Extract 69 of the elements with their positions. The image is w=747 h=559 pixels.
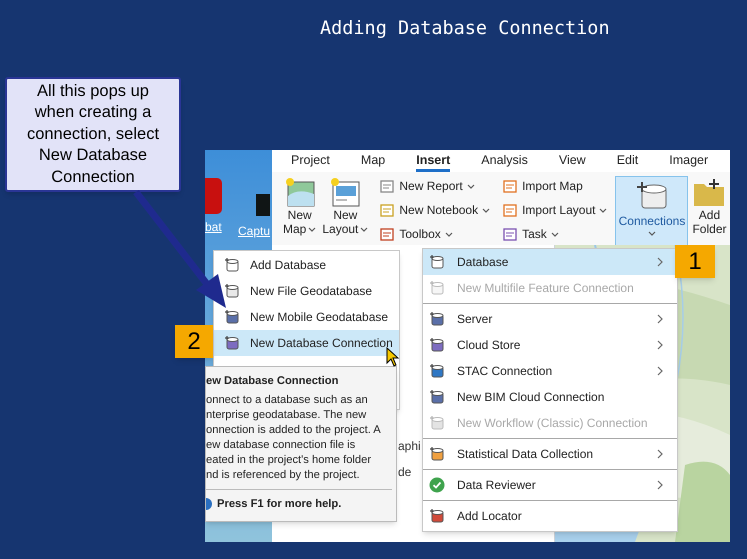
database-icon: [224, 257, 240, 273]
ribbon-tab[interactable]: Edit: [616, 152, 638, 172]
layout-icon: [329, 176, 362, 208]
new-layout-button[interactable]: New Layout: [321, 176, 370, 236]
help-text: Press F1 for more help.: [217, 497, 342, 512]
chevron-right-icon: [657, 257, 663, 267]
tooltip-title: ew Database Connection: [206, 374, 340, 389]
caret-icon: [444, 232, 453, 236]
menu-item[interactable]: Database: [423, 249, 677, 275]
caret-icon: [648, 231, 656, 236]
folder-icon: [692, 176, 726, 208]
caret-icon: [360, 226, 368, 232]
ribbon-button[interactable]: Task: [500, 224, 610, 244]
app-icon: [256, 194, 270, 216]
ribbon-tab[interactable]: Imager: [669, 152, 708, 172]
ribbon-button[interactable]: Import Map: [500, 176, 610, 196]
tool-icon: [502, 202, 518, 218]
ribbon-tab[interactable]: Map: [360, 152, 386, 172]
tool-icon: [379, 178, 396, 194]
connections-button[interactable]: Connections: [615, 176, 688, 246]
ribbon-tab[interactable]: View: [558, 152, 586, 172]
database-icon: [634, 181, 669, 211]
database-icon: [224, 335, 240, 351]
menu-item[interactable]: STAC Connection: [423, 358, 677, 384]
menu-item[interactable]: Server: [423, 306, 677, 332]
menu-item[interactable]: Add Database: [214, 252, 399, 278]
app-icon: [205, 178, 222, 214]
map-icon: [284, 176, 316, 208]
help-icon: [206, 498, 212, 510]
menu-item[interactable]: Statistical Data Collection: [423, 441, 677, 467]
chevron-right-icon: [657, 366, 663, 376]
caret-icon: [482, 208, 490, 212]
ribbon-button[interactable]: Toolbox: [377, 224, 492, 244]
add-folder-button[interactable]: Add Folder: [692, 176, 726, 236]
tool-icon: [379, 202, 396, 218]
menu-item[interactable]: Add Locator: [423, 503, 677, 529]
tooltip-text: onnect to a database such as an nterprise geodatabase. The new onnection is added to the project. A ew database connection file is eated in the project's home folder nd is referenced by the project.: [206, 393, 382, 483]
callout: All this pops up when creating a connection, select New Database Connection: [5, 77, 181, 192]
menu-item[interactable]: Cloud Store: [423, 332, 677, 358]
ribbon-tab[interactable]: Analysis: [481, 152, 528, 172]
check-circle-icon: [429, 477, 445, 493]
slide-title: Adding Database Connection: [319, 17, 611, 40]
menu-item[interactable]: Data Reviewer: [423, 472, 677, 498]
pane-text: de: [398, 464, 412, 481]
database-icon: [224, 309, 240, 325]
caret-icon: [308, 226, 316, 232]
caret-icon: [550, 232, 559, 236]
menu-item[interactable]: New Database Connection: [214, 330, 399, 356]
ribbon-button[interactable]: Import Layout: [500, 200, 610, 220]
chevron-right-icon: [657, 480, 663, 490]
caret-icon: [599, 208, 608, 212]
tool-icon: [502, 226, 518, 242]
tool-icon: [502, 178, 518, 194]
chevron-right-icon: [657, 314, 663, 324]
cursor-icon: [386, 347, 400, 367]
tool-icon: [379, 226, 396, 242]
step-badge: 2: [175, 325, 213, 358]
new-map-button[interactable]: New Map: [282, 176, 318, 236]
chevron-right-icon: [657, 449, 663, 459]
database-icon: [224, 283, 240, 299]
step-badge: 1: [675, 245, 715, 278]
ribbon-button[interactable]: New Notebook: [377, 200, 492, 220]
menu-item[interactable]: New Mobile Geodatabase: [214, 304, 399, 330]
ribbon-tab[interactable]: Project: [291, 152, 330, 172]
chevron-right-icon: [657, 340, 663, 350]
pane-text: aphi: [398, 438, 421, 455]
menu-item[interactable]: New BIM Cloud Connection: [423, 384, 677, 410]
ribbon-button[interactable]: New Report: [377, 176, 492, 196]
caret-icon: [466, 184, 475, 188]
